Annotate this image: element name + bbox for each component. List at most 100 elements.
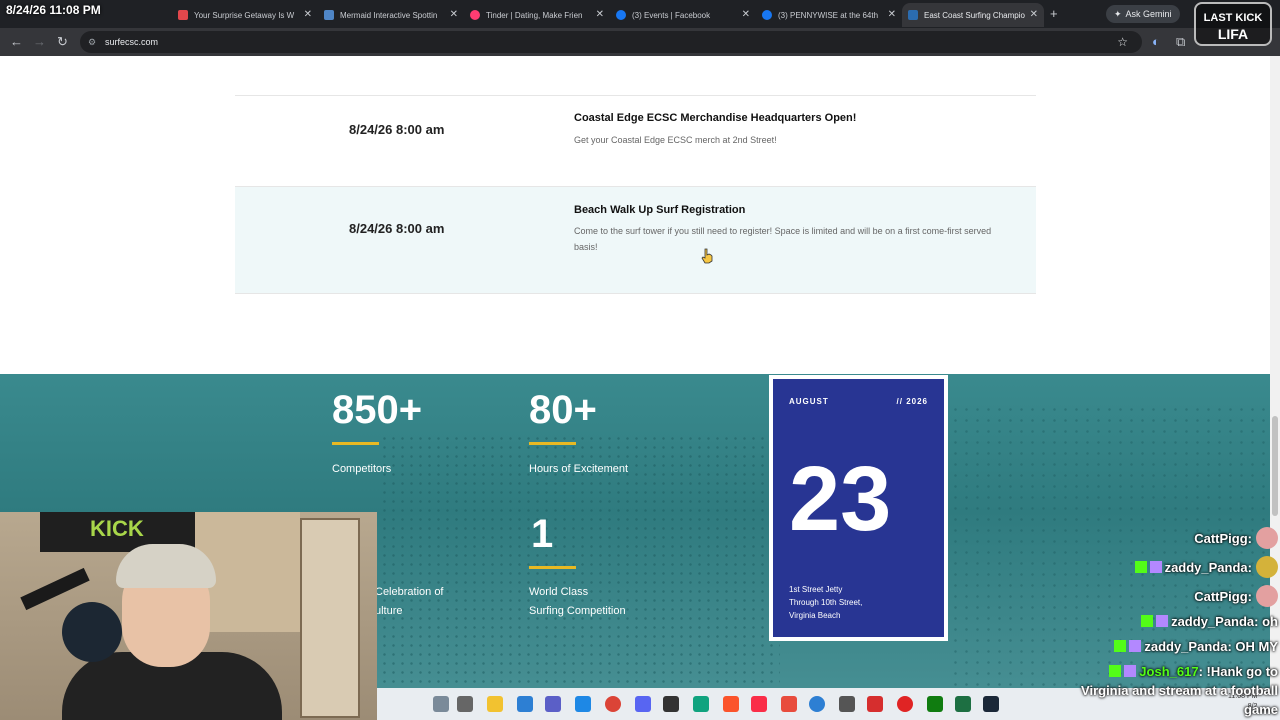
- taskbar-app-icon[interactable]: [433, 696, 449, 712]
- help-icon[interactable]: [809, 696, 825, 712]
- chat-message: CattPigg:: [1194, 585, 1278, 607]
- event-description: Get your Coastal Edge ECSC merch at 2nd …: [574, 135, 777, 145]
- tab-favicon-icon: [908, 10, 918, 20]
- stat-label-line: Surfing Competition: [529, 605, 626, 617]
- app-icon[interactable]: [867, 696, 883, 712]
- chat-text-continuation: game: [1244, 702, 1278, 717]
- reload-icon[interactable]: ↻: [57, 34, 68, 50]
- location-line: Virginia Beach: [789, 611, 841, 620]
- xbox-icon[interactable]: [927, 696, 943, 712]
- last-kick-overlay: LAST KICK LIFA: [1194, 2, 1272, 46]
- site-info-icon[interactable]: ⚙: [88, 37, 96, 48]
- chat-text: :: [1247, 560, 1252, 575]
- chat-message: Josh_617: !Hank go to: [1109, 664, 1278, 679]
- chat-text: : oh: [1254, 614, 1278, 629]
- github-icon[interactable]: [663, 696, 679, 712]
- chat-avatar: [1256, 585, 1278, 607]
- browser-tab-active[interactable]: East Coast Surfing Champio ✕: [902, 3, 1044, 27]
- event-row[interactable]: 8/24/26 8:00 am Coastal Edge ECSC Mercha…: [235, 95, 1036, 186]
- new-tab-icon[interactable]: +: [1050, 6, 1058, 21]
- tab-favicon-icon: [178, 10, 188, 20]
- scrollbar-thumb[interactable]: [1272, 416, 1278, 516]
- chat-username: CattPigg: [1194, 589, 1248, 604]
- event-row[interactable]: 8/24/26 8:00 am Beach Walk Up Surf Regis…: [235, 186, 1036, 294]
- extension-icon[interactable]: ◐: [1152, 34, 1160, 49]
- close-tab-icon[interactable]: ✕: [450, 9, 458, 20]
- close-tab-icon[interactable]: ✕: [888, 9, 896, 20]
- event-date-card: AUGUST // 2026 23 1st Street Jetty Throu…: [769, 375, 948, 641]
- stat-number: 1: [531, 512, 554, 556]
- stat-number: 80+: [529, 388, 597, 432]
- chat-avatar: [1256, 556, 1278, 578]
- app-icon[interactable]: [839, 696, 855, 712]
- tab-title: East Coast Surfing Champio: [924, 10, 1025, 20]
- store-icon[interactable]: [575, 696, 591, 712]
- tab-title: (3) Events | Facebook: [632, 10, 711, 20]
- browser-tab[interactable]: Tinder | Dating, Make Frien ✕: [464, 3, 610, 27]
- stream-clock-overlay: 8/24/26 11:08 PM: [6, 3, 101, 17]
- subscriber-badge-icon: [1134, 561, 1147, 573]
- stat-label: World Class Surfing Competition: [529, 583, 626, 621]
- chat-text-continuation: Virginia and stream at a football: [1081, 683, 1278, 698]
- discord-icon[interactable]: [635, 696, 651, 712]
- browser-tab-strip: Your Surprise Getaway Is W ✕ Mermaid Int…: [0, 0, 1280, 28]
- task-view-icon[interactable]: [457, 696, 473, 712]
- browser-tab[interactable]: Your Surprise Getaway Is W ✕: [172, 3, 318, 27]
- chatgpt-icon[interactable]: [693, 696, 709, 712]
- file-explorer-icon[interactable]: [487, 696, 503, 712]
- beach-crowd-background: [950, 404, 1270, 704]
- stat-number: 850+: [332, 388, 423, 432]
- tab-title: (3) PENNYWISE at the 64th: [778, 10, 879, 20]
- chrome-icon[interactable]: [605, 696, 621, 712]
- extensions-puzzle-icon[interactable]: ⧉: [1176, 34, 1185, 50]
- address-bar[interactable]: ⚙ surfecsc.com ☆: [80, 31, 1142, 53]
- chat-text: : !Hank go to: [1198, 664, 1278, 679]
- bookmark-star-icon[interactable]: ☆: [1117, 35, 1128, 49]
- date-card-day: 23: [789, 448, 892, 550]
- webcam-overlay: KICK: [0, 512, 377, 720]
- chat-username: zaddy_Panda: [1164, 560, 1248, 575]
- ask-gemini-button[interactable]: ✦ Ask Gemini: [1106, 5, 1180, 23]
- browser-tab[interactable]: (3) PENNYWISE at the 64th ✕: [756, 3, 902, 27]
- chat-username: zaddy_Panda: [1171, 614, 1255, 629]
- stat-label: Hours of Excitement: [529, 463, 629, 475]
- copilot-icon[interactable]: [517, 696, 533, 712]
- stat-underline: [332, 442, 379, 445]
- facebook-icon: [616, 10, 626, 20]
- forward-icon[interactable]: →: [33, 34, 46, 49]
- app-icon[interactable]: [781, 696, 797, 712]
- facebook-icon: [762, 10, 772, 20]
- chat-message: zaddy_Panda: oh: [1141, 614, 1278, 629]
- ask-gemini-label: Ask Gemini: [1125, 9, 1172, 19]
- event-date: 8/24/26 8:00 am: [349, 122, 445, 137]
- event-title: Beach Walk Up Surf Registration: [574, 204, 746, 216]
- tab-favicon-icon: [470, 10, 480, 20]
- last-kick-name: LIFA: [1217, 26, 1249, 42]
- close-tab-icon[interactable]: ✕: [742, 9, 750, 20]
- opera-icon[interactable]: [897, 696, 913, 712]
- steam-icon[interactable]: [983, 696, 999, 712]
- browser-tab[interactable]: (3) Events | Facebook ✕: [610, 3, 756, 27]
- chat-username: Josh_617: [1139, 664, 1199, 679]
- tab-title: Tinder | Dating, Make Frien: [486, 10, 583, 20]
- music-icon[interactable]: [751, 696, 767, 712]
- webcam-background-door: [300, 518, 360, 718]
- url-text: surfecsc.com: [105, 37, 159, 47]
- stat-underline: [529, 442, 576, 445]
- close-tab-icon[interactable]: ✕: [1030, 9, 1038, 20]
- chat-message: zaddy_Panda: OH MY: [1114, 639, 1278, 654]
- gift-badge-icon: [1156, 615, 1169, 627]
- browser-tab[interactable]: Mermaid Interactive Spottin ✕: [318, 3, 464, 27]
- date-card-year: // 2026: [896, 397, 928, 406]
- close-tab-icon[interactable]: ✕: [304, 9, 312, 20]
- brave-icon[interactable]: [723, 696, 739, 712]
- event-description: Come to the surf tower if you still need…: [574, 226, 992, 252]
- chat-text: : OH MY: [1227, 639, 1278, 654]
- stat-label-line: World Class: [529, 586, 589, 598]
- date-card-location: 1st Street Jetty Through 10th Street, Vi…: [789, 583, 862, 622]
- excel-icon[interactable]: [955, 696, 971, 712]
- teams-icon[interactable]: [545, 696, 561, 712]
- gift-badge-icon: [1149, 561, 1162, 573]
- back-icon[interactable]: ←: [10, 34, 23, 49]
- close-tab-icon[interactable]: ✕: [596, 9, 604, 20]
